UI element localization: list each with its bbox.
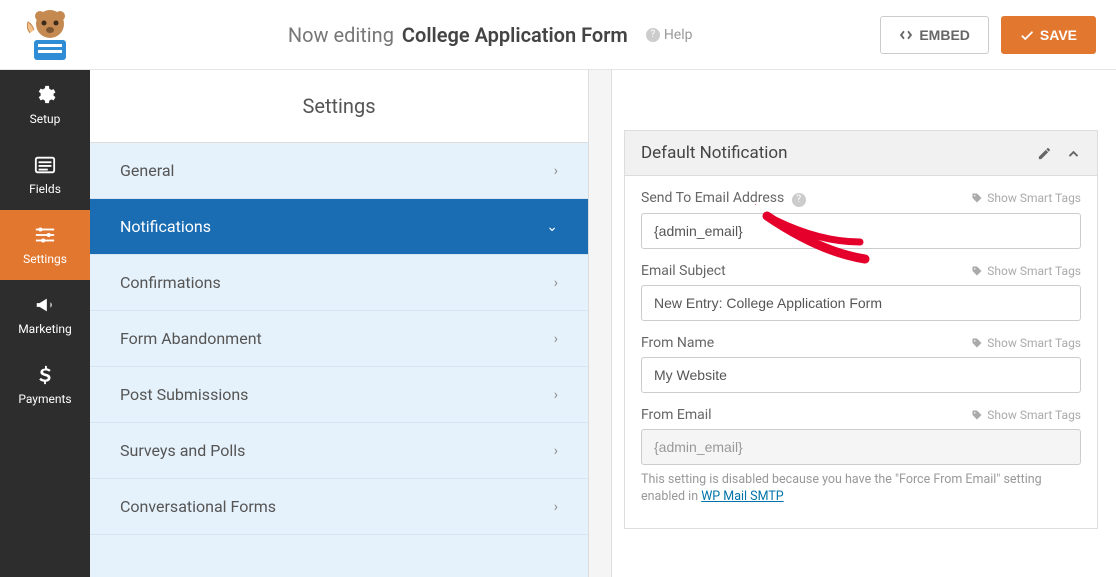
embed-button[interactable]: EMBED xyxy=(880,16,989,54)
chevron-right-icon: › xyxy=(554,499,558,515)
settings-item-label: Form Abandonment xyxy=(120,329,262,348)
save-label: SAVE xyxy=(1040,27,1077,43)
column-divider xyxy=(588,70,612,577)
nav-fields[interactable]: Fields xyxy=(0,140,90,210)
chevron-up-icon[interactable] xyxy=(1066,146,1081,161)
chevron-right-icon: › xyxy=(554,387,558,403)
from-email-note: This setting is disabled because you hav… xyxy=(641,471,1081,506)
chevron-right-icon: › xyxy=(554,275,558,291)
help-icon[interactable]: ? xyxy=(792,193,806,207)
smart-tags-toggle[interactable]: Show Smart Tags xyxy=(971,264,1081,278)
gear-icon xyxy=(34,84,56,106)
pencil-icon[interactable] xyxy=(1037,146,1052,161)
settings-item-label: General xyxy=(120,161,174,180)
settings-item-conversational-forms[interactable]: Conversational Forms › xyxy=(90,479,588,535)
settings-list: General › Notifications ⌄ Confirmations … xyxy=(90,143,588,577)
sliders-icon xyxy=(34,224,56,246)
from-name-input[interactable] xyxy=(641,357,1081,393)
smart-tags-label: Show Smart Tags xyxy=(987,264,1081,278)
nav-marketing[interactable]: Marketing xyxy=(0,280,90,350)
settings-item-surveys-polls[interactable]: Surveys and Polls › xyxy=(90,423,588,479)
settings-item-label: Conversational Forms xyxy=(120,497,276,516)
nav-marketing-label: Marketing xyxy=(18,322,72,336)
settings-item-post-submissions[interactable]: Post Submissions › xyxy=(90,367,588,423)
settings-item-label: Surveys and Polls xyxy=(120,441,245,460)
settings-item-general[interactable]: General › xyxy=(90,143,588,199)
settings-item-confirmations[interactable]: Confirmations › xyxy=(90,255,588,311)
now-editing-prefix: Now editing xyxy=(288,23,394,47)
field-send-to: Send To Email Address ? Show Smart Tags xyxy=(641,190,1081,249)
help-icon: ? xyxy=(646,28,660,42)
settings-item-form-abandonment[interactable]: Form Abandonment › xyxy=(90,311,588,367)
settings-item-notifications[interactable]: Notifications ⌄ xyxy=(90,199,588,255)
field-label-row: From Name Show Smart Tags xyxy=(641,335,1081,351)
send-to-label: Send To Email Address xyxy=(641,190,784,206)
nav-settings-label: Settings xyxy=(23,252,67,266)
bullhorn-icon xyxy=(34,294,56,316)
smart-tags-toggle[interactable]: Show Smart Tags xyxy=(971,408,1081,422)
card-header: Default Notification xyxy=(625,131,1097,176)
chevron-right-icon: › xyxy=(554,163,558,179)
form-name: College Application Form xyxy=(402,23,628,47)
main-area: Setup Fields Settings Marketing Payments… xyxy=(0,70,1116,577)
field-from-email: From Email Show Smart Tags This setting … xyxy=(641,407,1081,506)
wp-mail-smtp-link[interactable]: WP Mail SMTP xyxy=(701,489,783,504)
nav-setup-label: Setup xyxy=(30,112,61,126)
smart-tags-toggle[interactable]: Show Smart Tags xyxy=(971,191,1081,205)
nav-payments-label: Payments xyxy=(18,392,71,406)
smart-tags-label: Show Smart Tags xyxy=(987,336,1081,350)
settings-item-label: Post Submissions xyxy=(120,385,248,404)
chevron-right-icon: › xyxy=(554,443,558,459)
smart-tags-label: Show Smart Tags xyxy=(987,191,1081,205)
from-email-label: From Email xyxy=(641,407,712,423)
nav-payments[interactable]: Payments xyxy=(0,350,90,420)
code-icon xyxy=(899,28,913,42)
help-text: Help xyxy=(664,27,693,43)
dollar-icon xyxy=(34,364,56,386)
subject-label: Email Subject xyxy=(641,263,726,279)
nav-fields-label: Fields xyxy=(29,182,61,196)
send-to-input[interactable] xyxy=(641,213,1081,249)
field-from-name: From Name Show Smart Tags xyxy=(641,335,1081,393)
top-actions: EMBED SAVE xyxy=(880,16,1096,54)
settings-item-label: Notifications xyxy=(120,217,211,236)
save-button[interactable]: SAVE xyxy=(1001,16,1096,54)
field-label-row: Send To Email Address ? Show Smart Tags xyxy=(641,190,1081,207)
from-name-label: From Name xyxy=(641,335,714,351)
smart-tags-label: Show Smart Tags xyxy=(987,408,1081,422)
field-label-row: From Email Show Smart Tags xyxy=(641,407,1081,423)
editing-label: Now editing College Application Form ? H… xyxy=(100,23,880,47)
tag-icon xyxy=(971,265,983,277)
card-actions xyxy=(1037,146,1081,161)
tag-icon xyxy=(971,192,983,204)
settings-column: Settings General › Notifications ⌄ Confi… xyxy=(90,70,588,577)
app-logo xyxy=(20,8,80,62)
tag-icon xyxy=(971,337,983,349)
chevron-down-icon: ⌄ xyxy=(546,219,558,235)
subject-input[interactable] xyxy=(641,285,1081,321)
field-label-row: Email Subject Show Smart Tags xyxy=(641,263,1081,279)
left-nav: Setup Fields Settings Marketing Payments xyxy=(0,70,90,577)
nav-setup[interactable]: Setup xyxy=(0,70,90,140)
tag-icon xyxy=(971,409,983,421)
card-title: Default Notification xyxy=(641,143,787,163)
settings-item-label: Confirmations xyxy=(120,273,221,292)
settings-title: Settings xyxy=(90,70,588,143)
list-icon xyxy=(34,154,56,176)
check-icon xyxy=(1020,28,1034,42)
from-email-input xyxy=(641,429,1081,465)
card-body: Send To Email Address ? Show Smart Tags xyxy=(625,176,1097,528)
chevron-right-icon: › xyxy=(554,331,558,347)
notification-card: Default Notification Send To Email Addre… xyxy=(624,130,1098,529)
field-subject: Email Subject Show Smart Tags xyxy=(641,263,1081,321)
nav-settings[interactable]: Settings xyxy=(0,210,90,280)
help-link[interactable]: ? Help xyxy=(642,27,693,43)
content-column: Default Notification Send To Email Addre… xyxy=(612,70,1116,577)
embed-label: EMBED xyxy=(919,27,970,43)
smart-tags-toggle[interactable]: Show Smart Tags xyxy=(971,336,1081,350)
topbar: Now editing College Application Form ? H… xyxy=(0,0,1116,70)
